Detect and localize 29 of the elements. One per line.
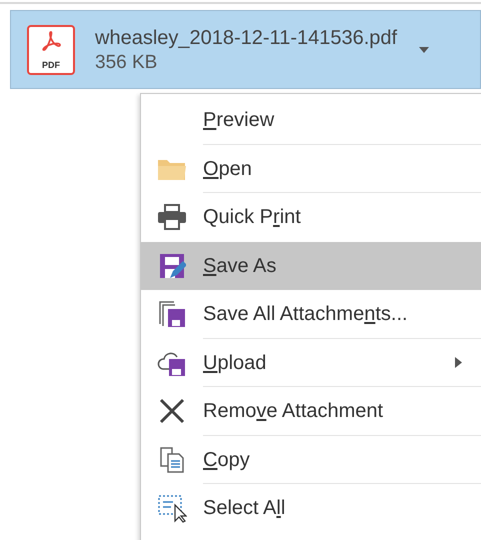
dropdown-caret-icon[interactable] (419, 46, 430, 52)
save-all-icon (158, 300, 186, 328)
menu-item[interactable]: Save All Attachments... (141, 290, 481, 338)
select-all-icon (157, 493, 187, 524)
copy-icon (158, 446, 186, 474)
menu-item-label: Copy (203, 448, 250, 473)
attachment-card[interactable]: PDF wheasley_2018-12-11-141536.pdf 356 KB (10, 10, 481, 89)
menu-item[interactable]: Upload (141, 338, 481, 387)
menu-item[interactable]: Save As (141, 242, 481, 290)
menu-item[interactable]: Open (141, 144, 481, 193)
menu-item-label: Quick Print (203, 205, 301, 230)
file-name: wheasley_2018-12-11-141536.pdf (95, 26, 398, 50)
printer-icon (157, 204, 187, 230)
file-type-label: PDF (42, 60, 60, 70)
menu-item-label: Preview (203, 108, 274, 134)
menu-item-label: Upload (203, 350, 266, 376)
menu-item-label: Save As (203, 254, 276, 279)
menu-item[interactable]: Remove Attachment (141, 387, 481, 436)
menu-item[interactable]: Preview (141, 96, 481, 144)
menu-item[interactable]: Select All (141, 484, 481, 532)
menu-item-label: Open (203, 156, 252, 182)
menu-item-label: Remove Attachment (203, 399, 384, 424)
file-size: 356 KB (95, 50, 158, 74)
floppy-pencil-icon (158, 252, 186, 280)
menu-item[interactable]: Copy (141, 436, 481, 484)
menu-item[interactable]: Quick Print (141, 193, 481, 242)
x-icon (159, 398, 185, 424)
menu-item-label: Select All (203, 496, 286, 522)
menu-item-label: Save All Attachments... (203, 302, 408, 328)
